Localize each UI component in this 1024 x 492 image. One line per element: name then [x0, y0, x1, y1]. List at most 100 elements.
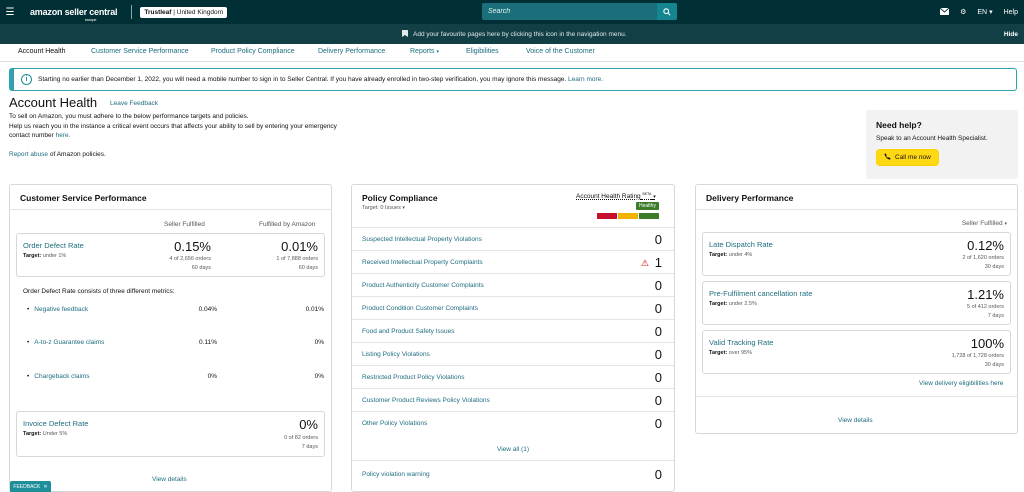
late-dispatch-orders: 2 of 1,620 orders — [962, 255, 1004, 261]
card-title: Delivery Performance — [706, 193, 794, 203]
policy-row[interactable]: Product Authenticity Customer Complaints… — [352, 273, 674, 296]
policy-row[interactable]: Restricted Product Policy Violations 0 — [352, 365, 674, 388]
rating-bar-yellow — [618, 213, 638, 219]
negative-feedback-amazon: 0.01% — [305, 306, 324, 313]
column-header-seller-fulfilled: Seller Fulfilled — [164, 221, 205, 228]
warning-icon: ⚠ — [640, 258, 649, 268]
emergency-contact-link[interactable]: here. — [56, 132, 71, 139]
a-to-z-claims-seller: 0.11% — [199, 339, 217, 346]
metric-target: Target: Under 5% — [23, 431, 68, 437]
policy-row[interactable]: Listing Policy Violations 0 — [352, 342, 674, 365]
card-title: Customer Service Performance — [20, 193, 147, 203]
feedback-tab[interactable]: FEEDBACK ✕ — [10, 481, 51, 492]
amazon-seller-central-logo[interactable]: amazon seller central europe — [30, 7, 118, 22]
odr-description: Order Defect Rate consists of three diff… — [23, 288, 175, 295]
phone-icon — [884, 153, 891, 162]
late-dispatch-rate-link[interactable]: Late Dispatch Rate — [709, 240, 773, 249]
cancellation-rate-link[interactable]: Pre-Fulfilment cancellation rate — [709, 289, 812, 298]
late-dispatch-rate-box: Late Dispatch Rate Target: under 4% 0.12… — [702, 232, 1011, 276]
nav-tabs: Account Health Customer Service Performa… — [0, 44, 1024, 62]
delivery-eligibilities-link[interactable]: View delivery eligibilities here — [919, 380, 1003, 387]
call-me-now-button[interactable]: Call me now — [876, 149, 939, 166]
search-box — [482, 3, 677, 20]
a-to-z-claims-link[interactable]: A-to-z Guarantee claims — [27, 339, 104, 346]
language-selector[interactable]: EN ▾ — [977, 8, 992, 16]
menu-icon[interactable]: ☰ — [0, 0, 20, 24]
tab-account-health[interactable]: Account Health — [18, 48, 65, 55]
policy-target[interactable]: Target: 0 Issues ▾ — [362, 205, 405, 211]
policy-row[interactable]: Other Policy Violations 0 — [352, 411, 674, 434]
a-to-z-claims-amazon: 0% — [314, 339, 324, 346]
close-icon[interactable]: ✕ — [43, 484, 47, 490]
rating-bar-green — [639, 213, 659, 219]
view-details-link[interactable]: View details — [152, 476, 187, 483]
chevron-down-icon: ▾ — [653, 194, 656, 201]
leave-feedback-link[interactable]: Leave Feedback — [110, 100, 158, 107]
policy-row[interactable]: Suspected Intellectual Property Violatio… — [352, 227, 674, 250]
learn-more-link[interactable]: Learn more. — [568, 76, 603, 83]
odr-amazon-days: 60 days — [298, 265, 318, 271]
tab-customer-service-performance[interactable]: Customer Service Performance — [91, 48, 189, 55]
policy-row[interactable]: Product Condition Customer Complaints 0 — [352, 296, 674, 319]
rating-status-badge: Healthy — [636, 202, 659, 210]
account-switcher[interactable]: Trustleaf | United Kingdom — [140, 6, 227, 18]
alert-text: Starting no earlier than December 1, 202… — [38, 76, 604, 83]
policy-row[interactable]: Received Intellectual Property Complaint… — [352, 250, 674, 273]
account-health-rating[interactable]: Account Health Rating BETA ▾ — [576, 192, 656, 200]
order-defect-rate-link[interactable]: Order Defect Rate — [23, 241, 84, 250]
search-button[interactable] — [657, 3, 677, 20]
tab-voice-of-the-customer[interactable]: Voice of the Customer — [526, 48, 595, 55]
report-abuse: Report abuse of Amazon policies. — [9, 151, 106, 158]
fulfilment-filter[interactable]: Seller Fulfilled ▾ — [962, 220, 1007, 227]
divider — [696, 396, 1017, 397]
odr-seller-value: 0.15% — [174, 239, 211, 254]
help-link[interactable]: Help — [1004, 9, 1018, 16]
invoice-defect-rate-link[interactable]: Invoice Defect Rate — [23, 419, 88, 428]
chargeback-claims-seller: 0% — [207, 373, 217, 380]
favourites-message: Add your favourite pages here by clickin… — [413, 30, 627, 38]
view-details-link[interactable]: View details — [838, 417, 873, 424]
divider — [10, 209, 331, 210]
idr-days: 7 days — [301, 444, 318, 450]
policy-row[interactable]: Food and Product Safety Issues 0 — [352, 319, 674, 342]
negative-feedback-link[interactable]: Negative feedback — [27, 306, 88, 313]
hide-button[interactable]: Hide — [1004, 31, 1018, 38]
customer-service-card: Customer Service Performance Seller Fulf… — [9, 184, 332, 492]
tab-product-policy-compliance[interactable]: Product Policy Compliance — [211, 48, 295, 55]
tab-eligibilities[interactable]: Eligibilities — [466, 48, 499, 55]
search-icon — [663, 7, 671, 16]
help-box: Need help? Speak to an Account Health Sp… — [866, 110, 1018, 179]
report-abuse-link[interactable]: Report abuse — [9, 151, 48, 158]
intro-text: To sell on Amazon, you must adhere to th… — [9, 113, 337, 139]
valid-tracking-rate-link[interactable]: Valid Tracking Rate — [709, 338, 773, 347]
bookmark-icon — [402, 29, 408, 39]
page-title: Account Health — [9, 95, 98, 110]
invoice-defect-rate-box: Invoice Defect Rate Target: Under 5% 0% … — [16, 411, 325, 457]
alert-banner: i Starting no earlier than December 1, 2… — [9, 68, 1017, 91]
late-dispatch-value: 0.12% — [967, 238, 1004, 253]
valid-tracking-rate-box: Valid Tracking Rate Target: over 95% 100… — [702, 330, 1011, 374]
gear-icon[interactable]: ⚙ — [960, 8, 966, 16]
policy-row[interactable]: Customer Product Reviews Policy Violatio… — [352, 388, 674, 411]
metric-target: Target: under 2.5% — [709, 301, 757, 307]
metric-target: Target: over 95% — [709, 350, 753, 356]
tab-delivery-performance[interactable]: Delivery Performance — [318, 48, 385, 55]
cancellation-orders: 5 of 412 orders — [967, 304, 1004, 310]
chevron-down-icon: ▾ — [436, 49, 439, 55]
mail-icon[interactable] — [939, 7, 950, 17]
info-icon: i — [21, 74, 32, 85]
help-title: Need help? — [876, 120, 922, 130]
chargeback-claims-amazon: 0% — [314, 373, 324, 380]
odr-seller-days: 60 days — [191, 265, 211, 271]
chargeback-claims-link[interactable]: Chargeback claims — [27, 373, 89, 380]
column-header-fulfilled-by-amazon: Fulfilled by Amazon — [259, 221, 316, 228]
tab-reports[interactable]: Reports ▾ — [410, 48, 439, 55]
policy-warning-row[interactable]: Policy violation warning 0 — [352, 463, 674, 486]
metric-target: Target: under 1% — [23, 253, 67, 259]
odr-amazon-value: 0.01% — [281, 239, 318, 254]
cancellation-days: 7 days — [987, 313, 1004, 319]
card-title: Policy Compliance — [362, 193, 438, 203]
view-all-link[interactable]: View all (1) — [497, 446, 529, 453]
search-input[interactable] — [482, 8, 652, 15]
favourites-bar: Add your favourite pages here by clickin… — [0, 24, 1024, 44]
